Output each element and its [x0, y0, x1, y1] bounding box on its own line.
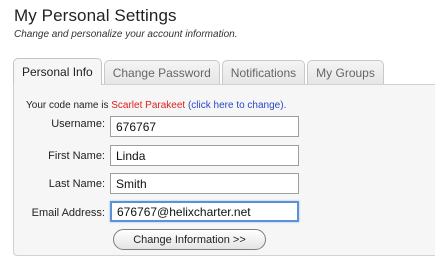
email-label: Email Address: — [31, 207, 105, 219]
last-name-field[interactable] — [110, 173, 299, 194]
codename-value: Scarlet Parakeet — [111, 100, 186, 111]
first-name-field[interactable] — [110, 145, 299, 166]
page-title: My Personal Settings — [14, 6, 177, 25]
tab-my-groups[interactable]: My Groups — [307, 60, 384, 84]
username-field[interactable] — [110, 116, 299, 137]
last-name-label: Last Name: — [48, 178, 105, 190]
codename-line: Your code name is Scarlet Parakeet (clic… — [26, 100, 286, 111]
settings-tabs: Personal Info Change Password Notificati… — [13, 58, 384, 85]
first-name-label: First Name: — [48, 150, 105, 162]
page-subtitle: Change and personalize your account info… — [14, 29, 238, 40]
email-field[interactable] — [110, 201, 299, 222]
username-label: Username: — [51, 118, 105, 130]
codename-prefix: Your code name is — [26, 100, 109, 111]
tab-change-password[interactable]: Change Password — [103, 60, 220, 84]
tab-notifications[interactable]: Notifications — [221, 60, 306, 84]
change-information-button[interactable]: Change Information >> — [113, 229, 266, 250]
change-codename-link[interactable]: (click here to change). — [188, 100, 286, 111]
tab-personal-info[interactable]: Personal Info — [13, 58, 102, 85]
